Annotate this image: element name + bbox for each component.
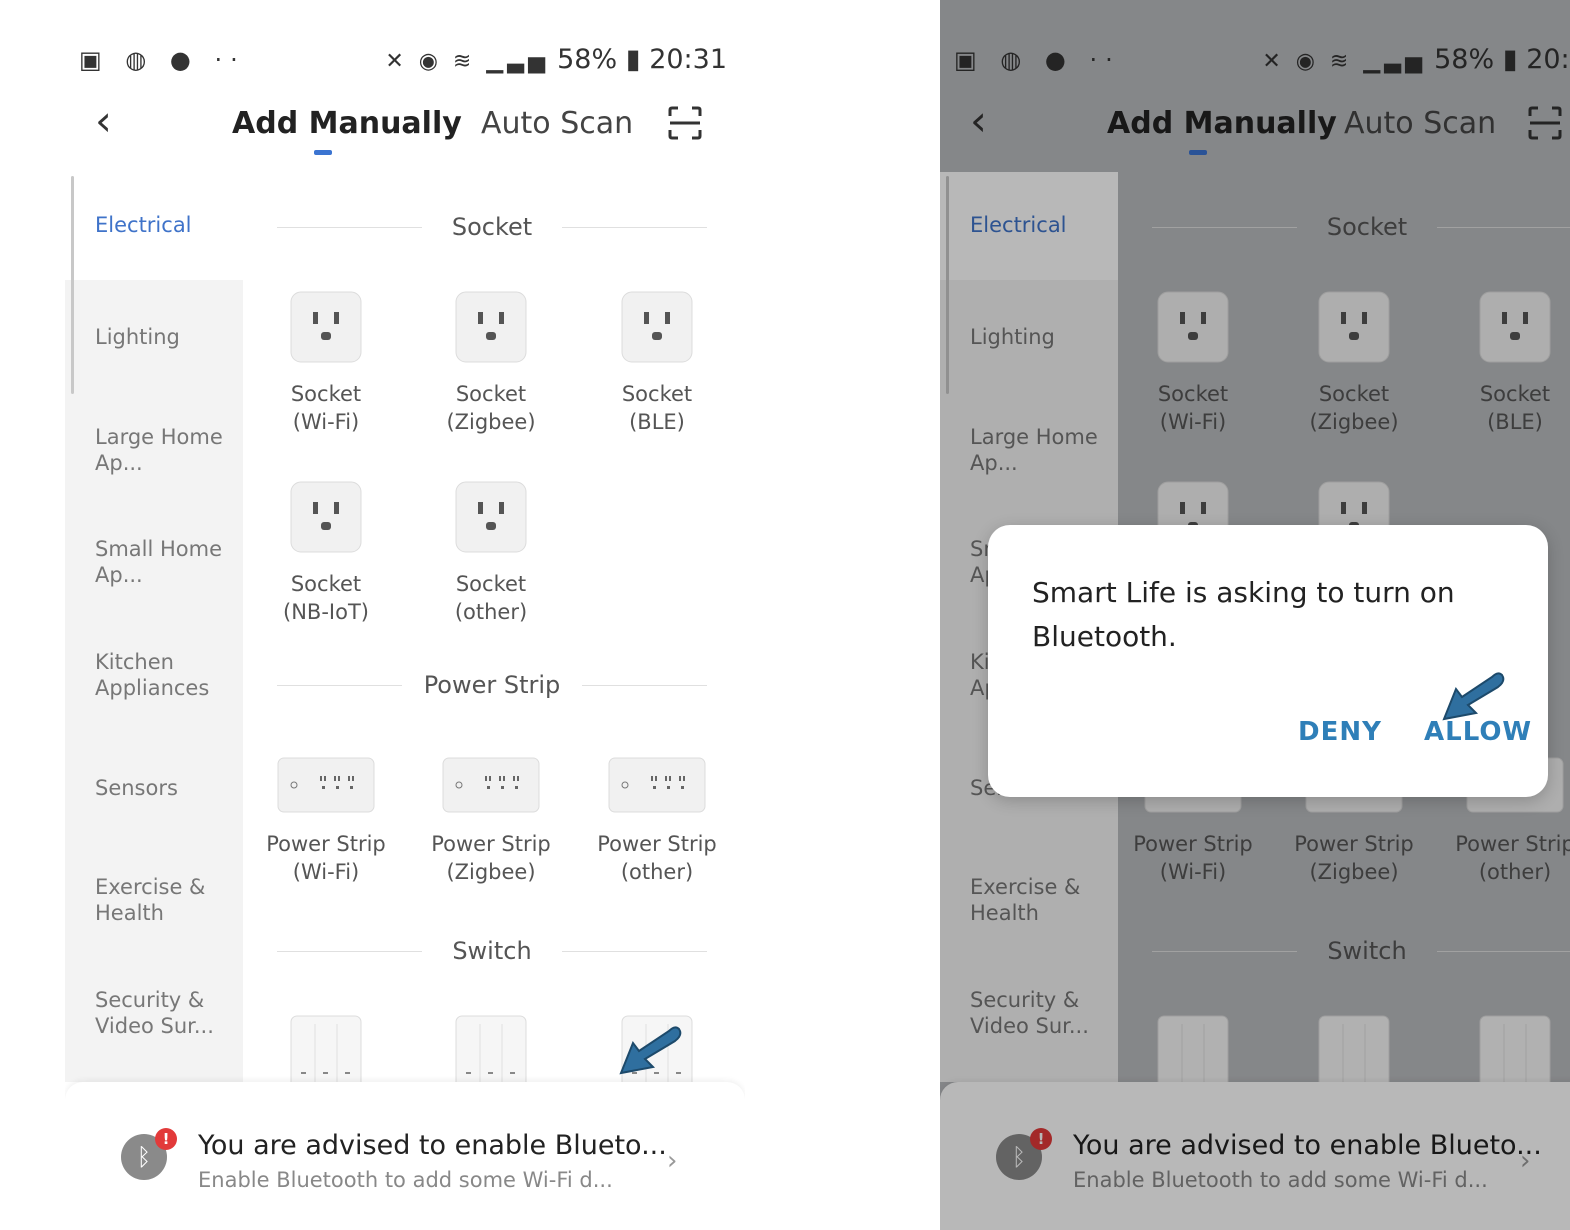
device-label: Power Strip (Zigbee) bbox=[431, 832, 551, 884]
device-socket-wifi[interactable]: Socket (Wi-Fi) bbox=[256, 290, 396, 436]
device-socket-zigbee[interactable]: Socket (Zigbee) bbox=[421, 290, 561, 436]
banner-subtitle: Enable Bluetooth to add some Wi-Fi d... bbox=[198, 1168, 613, 1192]
device-socket-nbiot[interactable]: Socket (NB-IoT) bbox=[256, 480, 396, 626]
mute-alarm-wifi-signal-icons: ✕ ◉ ≋ ▁▃▅ bbox=[385, 49, 550, 74]
power-strip-icon bbox=[608, 757, 706, 813]
sidebar-item-security-video[interactable]: Security & Video Sur... bbox=[95, 987, 235, 1039]
phone-screen-left: ▣ ◍ ● ·· ✕ ◉ ≋ ▁▃▅ 58% ▮ 20:31 ‹ Add Manu… bbox=[65, 0, 745, 1230]
scan-icon[interactable] bbox=[668, 106, 702, 140]
notification-icons: ▣ ◍ ● ·· bbox=[79, 46, 246, 74]
device-label: Power Strip (other) bbox=[597, 832, 717, 884]
switch-icon bbox=[455, 1015, 527, 1084]
switch-icon bbox=[290, 1015, 362, 1084]
sidebar-item-electrical[interactable]: Electrical bbox=[95, 212, 235, 238]
category-sidebar: Electrical Lighting Large Home Ap... Sma… bbox=[65, 172, 243, 1082]
sidebar-item-sensors[interactable]: Sensors bbox=[95, 775, 235, 801]
dialog-message: Smart Life is asking to turn on Bluetoot… bbox=[1032, 576, 1455, 653]
status-right: ✕ ◉ ≋ ▁▃▅ 58% ▮ 20:31 bbox=[385, 44, 727, 75]
socket-icon bbox=[455, 291, 527, 363]
power-strip-icon bbox=[442, 757, 540, 813]
sidebar-item-lighting[interactable]: Lighting bbox=[95, 324, 235, 350]
scroll-accent bbox=[71, 176, 74, 394]
banner-title: You are advised to enable Blueto... bbox=[198, 1130, 667, 1161]
bluetooth-permission-dialog: Smart Life is asking to turn on Bluetoot… bbox=[988, 525, 1548, 797]
device-label: Power Strip (Wi-Fi) bbox=[266, 832, 386, 884]
device-power-strip-other[interactable]: Power Strip (other) bbox=[587, 756, 727, 886]
device-power-strip-wifi[interactable]: Power Strip (Wi-Fi) bbox=[256, 756, 396, 886]
socket-icon bbox=[455, 481, 527, 553]
section-socket-header: Socket bbox=[277, 213, 707, 243]
clock: 20:31 bbox=[649, 44, 727, 75]
allow-button[interactable]: ALLOW bbox=[1424, 717, 1532, 747]
sidebar-item-large-home-appliances[interactable]: Large Home Ap... bbox=[95, 424, 235, 476]
section-switch-header: Switch bbox=[277, 937, 707, 967]
alert-badge: ! bbox=[155, 1128, 177, 1150]
device-socket-ble[interactable]: Socket (BLE) bbox=[587, 290, 727, 436]
socket-icon bbox=[290, 481, 362, 553]
battery-level: 58% bbox=[557, 44, 618, 75]
top-bar: ‹ Add Manually Auto Scan bbox=[65, 96, 745, 156]
sidebar-item-small-home-appliances[interactable]: Small Home Ap... bbox=[95, 536, 235, 588]
tab-add-manually[interactable]: Add Manually bbox=[232, 106, 462, 141]
socket-icon bbox=[621, 291, 693, 363]
phone-screen-right: ▣ ◍ ● ·· ✕ ◉ ≋ ▁▃▅58% ▮ 20:31 ‹ Add Manu… bbox=[940, 0, 1570, 1230]
tab-indicator bbox=[314, 150, 332, 155]
chevron-right-icon[interactable]: › bbox=[667, 1146, 677, 1176]
deny-button[interactable]: DENY bbox=[1298, 717, 1382, 747]
status-bar: ▣ ◍ ● ·· ✕ ◉ ≋ ▁▃▅ 58% ▮ 20:31 bbox=[65, 38, 745, 82]
tab-auto-scan[interactable]: Auto Scan bbox=[481, 106, 633, 141]
device-label: Socket (NB-IoT) bbox=[283, 572, 369, 624]
device-power-strip-zigbee[interactable]: Power Strip (Zigbee) bbox=[421, 756, 561, 886]
device-label: Socket (Zigbee) bbox=[446, 382, 536, 434]
annotation-arrow-icon bbox=[619, 1026, 682, 1075]
battery-icon: ▮ bbox=[617, 44, 641, 75]
device-switch-2[interactable] bbox=[421, 1014, 561, 1084]
back-chevron-icon[interactable]: ‹ bbox=[95, 100, 112, 142]
annotation-arrow-icon bbox=[1442, 672, 1505, 721]
device-label: Socket (Wi-Fi) bbox=[290, 382, 362, 434]
sidebar-item-kitchen-appliances[interactable]: Kitchen Appliances bbox=[95, 649, 235, 701]
sidebar-item-exercise-health[interactable]: Exercise & Health bbox=[95, 874, 235, 926]
power-strip-icon bbox=[277, 757, 375, 813]
bluetooth-banner[interactable]: ᛒ ! You are advised to enable Blueto... … bbox=[65, 1082, 745, 1230]
section-power-strip-header: Power Strip bbox=[277, 671, 707, 701]
device-label: Socket (BLE) bbox=[621, 382, 693, 434]
socket-icon bbox=[290, 291, 362, 363]
device-label: Socket (other) bbox=[454, 572, 528, 624]
device-switch-1[interactable] bbox=[256, 1014, 396, 1084]
device-socket-other[interactable]: Socket (other) bbox=[421, 480, 561, 626]
